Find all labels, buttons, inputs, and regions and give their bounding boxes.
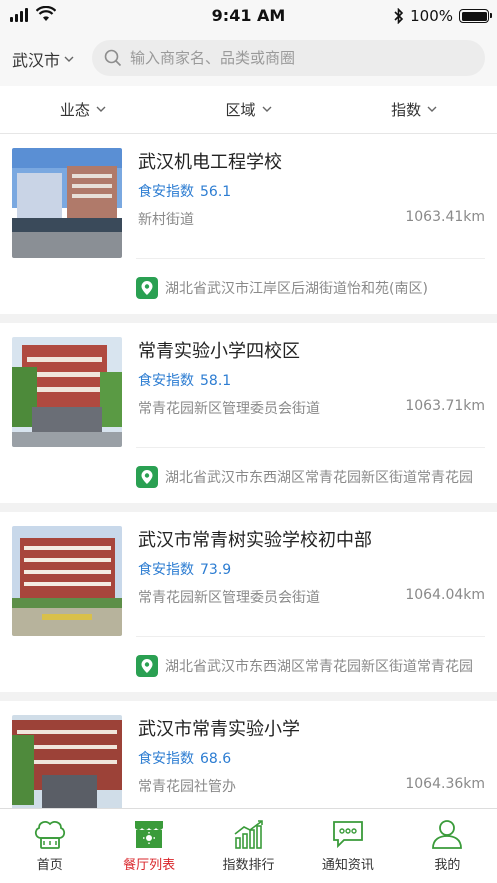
street-label: 常青花园新区管理委员会街道: [138, 590, 320, 606]
tab-index-ranking-label: 指数排行: [222, 858, 275, 873]
tab-index-ranking[interactable]: 指数排行: [199, 809, 298, 883]
tab-profile[interactable]: 我的: [398, 809, 497, 883]
street-label: 常青花园新区管理委员会街道: [138, 401, 320, 417]
index-label: 食安指数: [138, 184, 194, 200]
restaurant-name: 常青实验小学四校区: [138, 341, 300, 362]
tab-bar: 首页 餐厅列表 指数排行 通知资讯 我的: [0, 808, 497, 883]
index-label: 食安指数: [138, 751, 194, 767]
restaurant-icon: [135, 821, 164, 848]
distance-label: 1063.41km: [405, 209, 485, 225]
battery-icon: [459, 9, 492, 23]
school-photo: [12, 337, 122, 447]
list-item[interactable]: 武汉机电工程学校 食安指数 56.1 新村街道 1063.41km 湖北省武汉市江…: [0, 134, 497, 314]
distance-label: 1064.36km: [405, 776, 485, 792]
filter-index-label: 指数: [391, 101, 422, 119]
user-icon: [432, 820, 463, 849]
list-item[interactable]: 武汉市常青树实验学校初中部 食安指数 73.9 常青花园新区管理委员会街道 106…: [0, 512, 497, 692]
food-safety-index: 食安指数 68.6: [138, 748, 231, 768]
restaurant-name: 武汉市常青实验小学: [138, 719, 300, 740]
divider: [136, 258, 485, 259]
filter-bar: 业态 区域 指数: [0, 86, 497, 134]
school-photo: [12, 715, 122, 808]
tab-restaurant-list[interactable]: 餐厅列表: [99, 809, 198, 883]
address-text: 湖北省武汉市东西湖区常青花园新区街道常青花园: [165, 470, 473, 486]
status-bar: 9:41 AM 100%: [0, 0, 497, 32]
location-pin-icon: [136, 466, 158, 488]
tab-restaurant-list-label: 餐厅列表: [123, 858, 176, 873]
index-label: 食安指数: [138, 562, 194, 578]
search-box[interactable]: [92, 40, 485, 76]
message-icon: [333, 821, 363, 849]
search-input[interactable]: [130, 49, 470, 67]
address-text: 湖北省武汉市东西湖区常青花园新区街道常青花园: [165, 659, 473, 675]
restaurant-name: 武汉市常青树实验学校初中部: [138, 530, 372, 551]
chevron-down-icon: [96, 106, 106, 112]
ranking-chart-icon: [234, 820, 263, 849]
location-pin-icon: [136, 277, 158, 299]
index-label: 食安指数: [138, 373, 194, 389]
filter-area-label: 区域: [225, 101, 256, 119]
chevron-down-icon: [262, 106, 272, 112]
address-row: 湖北省武汉市东西湖区常青花园新区街道常青花园: [136, 466, 485, 488]
food-safety-index: 食安指数 73.9: [138, 559, 231, 579]
index-value: 56.1: [200, 184, 232, 200]
filter-index[interactable]: 指数: [331, 86, 497, 133]
index-value: 58.1: [200, 373, 232, 389]
city-label: 武汉市: [12, 51, 61, 70]
restaurant-list: 武汉机电工程学校 食安指数 56.1 新村街道 1063.41km 湖北省武汉市江…: [0, 134, 497, 808]
city-selector[interactable]: 武汉市: [12, 47, 74, 71]
divider: [136, 447, 485, 448]
address-text: 湖北省武汉市江岸区后湖街道怡和苑(南区): [165, 281, 428, 297]
divider: [136, 636, 485, 637]
index-value: 68.6: [200, 751, 232, 767]
bluetooth-icon: [394, 8, 404, 24]
chef-hat-icon: [34, 821, 65, 849]
food-safety-index: 食安指数 58.1: [138, 370, 231, 390]
chevron-down-icon: [64, 56, 74, 62]
location-pin-icon: [136, 655, 158, 677]
school-photo: [12, 526, 122, 636]
list-item[interactable]: 武汉市常青实验小学 食安指数 68.6 常青花园社管办 1064.36km: [0, 701, 497, 808]
distance-label: 1064.04km: [405, 587, 485, 603]
tab-notifications[interactable]: 通知资讯: [298, 809, 397, 883]
index-value: 73.9: [200, 562, 232, 578]
food-safety-index: 食安指数 56.1: [138, 181, 231, 201]
restaurant-name: 武汉机电工程学校: [138, 152, 282, 173]
header: 武汉市: [0, 32, 497, 86]
tab-home[interactable]: 首页: [0, 809, 99, 883]
street-label: 新村街道: [138, 212, 194, 228]
battery-percent: 100%: [410, 7, 453, 25]
filter-type-label: 业态: [59, 101, 90, 119]
tab-notifications-label: 通知资讯: [321, 858, 374, 873]
filter-area[interactable]: 区域: [166, 86, 332, 133]
chevron-down-icon: [427, 106, 437, 112]
distance-label: 1063.71km: [405, 398, 485, 414]
address-row: 湖北省武汉市江岸区后湖街道怡和苑(南区): [136, 277, 485, 299]
address-row: 湖北省武汉市东西湖区常青花园新区街道常青花园: [136, 655, 485, 677]
list-item[interactable]: 常青实验小学四校区 食安指数 58.1 常青花园新区管理委员会街道 1063.71…: [0, 323, 497, 503]
filter-type[interactable]: 业态: [0, 86, 166, 133]
school-photo: [12, 148, 122, 258]
search-icon: [104, 49, 122, 67]
tab-home-label: 首页: [36, 858, 63, 873]
street-label: 常青花园社管办: [138, 779, 236, 795]
tab-profile-label: 我的: [434, 858, 461, 873]
